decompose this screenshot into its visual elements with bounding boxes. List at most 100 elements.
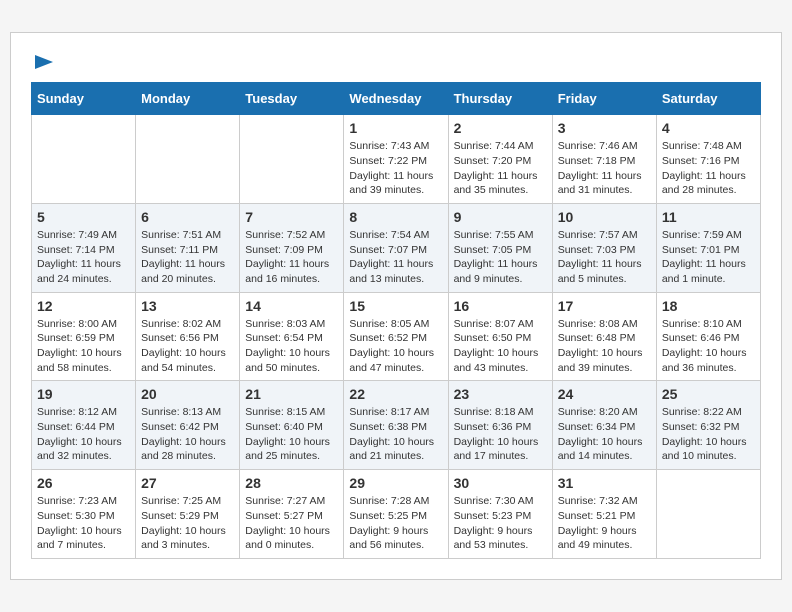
calendar-cell [32, 115, 136, 204]
calendar-cell: 1 Sunrise: 7:43 AM Sunset: 7:22 PM Daylig… [344, 115, 448, 204]
day-number: 18 [662, 298, 755, 314]
calendar-cell: 13 Sunrise: 8:02 AM Sunset: 6:56 PM Dayli… [136, 292, 240, 381]
calendar-cell: 18 Sunrise: 8:10 AM Sunset: 6:46 PM Dayli… [656, 292, 760, 381]
day-number: 27 [141, 475, 234, 491]
day-number: 2 [454, 120, 547, 136]
calendar-cell: 27 Sunrise: 7:25 AM Sunset: 5:29 PM Dayli… [136, 470, 240, 559]
calendar-cell: 16 Sunrise: 8:07 AM Sunset: 6:50 PM Dayli… [448, 292, 552, 381]
calendar-cell: 15 Sunrise: 8:05 AM Sunset: 6:52 PM Dayli… [344, 292, 448, 381]
day-info: Sunrise: 8:12 AM Sunset: 6:44 PM Dayligh… [37, 405, 130, 464]
day-number: 14 [245, 298, 338, 314]
calendar-cell: 14 Sunrise: 8:03 AM Sunset: 6:54 PM Dayli… [240, 292, 344, 381]
day-info: Sunrise: 8:13 AM Sunset: 6:42 PM Dayligh… [141, 405, 234, 464]
calendar-cell: 26Sunrise: 7:23 AM Sunset: 5:30 PM Dayli… [32, 470, 136, 559]
day-number: 16 [454, 298, 547, 314]
day-number: 3 [558, 120, 651, 136]
day-info: Sunrise: 8:03 AM Sunset: 6:54 PM Dayligh… [245, 317, 338, 376]
calendar-cell [136, 115, 240, 204]
day-info: Sunrise: 8:18 AM Sunset: 6:36 PM Dayligh… [454, 405, 547, 464]
day-info: Sunrise: 7:49 AM Sunset: 7:14 PM Dayligh… [37, 228, 130, 287]
day-info: Sunrise: 7:54 AM Sunset: 7:07 PM Dayligh… [349, 228, 442, 287]
day-info: Sunrise: 7:32 AM Sunset: 5:21 PM Dayligh… [558, 494, 651, 553]
weekday-header-thursday: Thursday [448, 83, 552, 115]
day-info: Sunrise: 8:08 AM Sunset: 6:48 PM Dayligh… [558, 317, 651, 376]
calendar-cell [656, 470, 760, 559]
day-info: Sunrise: 7:43 AM Sunset: 7:22 PM Dayligh… [349, 139, 442, 198]
calendar-cell: 17 Sunrise: 8:08 AM Sunset: 6:48 PM Dayli… [552, 292, 656, 381]
weekday-header-monday: Monday [136, 83, 240, 115]
calendar-cell: 21Sunrise: 8:15 AM Sunset: 6:40 PM Dayli… [240, 381, 344, 470]
day-number: 22 [349, 386, 442, 402]
calendar-cell: 24 Sunrise: 8:20 AM Sunset: 6:34 PM Dayli… [552, 381, 656, 470]
calendar-cell: 20 Sunrise: 8:13 AM Sunset: 6:42 PM Dayli… [136, 381, 240, 470]
day-info: Sunrise: 7:46 AM Sunset: 7:18 PM Dayligh… [558, 139, 651, 198]
calendar-cell: 11Sunrise: 7:59 AM Sunset: 7:01 PM Dayli… [656, 203, 760, 292]
day-info: Sunrise: 8:05 AM Sunset: 6:52 PM Dayligh… [349, 317, 442, 376]
calendar-cell: 30Sunrise: 7:30 AM Sunset: 5:23 PM Dayli… [448, 470, 552, 559]
weekday-header-saturday: Saturday [656, 83, 760, 115]
header-section [31, 53, 761, 67]
day-info: Sunrise: 8:00 AM Sunset: 6:59 PM Dayligh… [37, 317, 130, 376]
day-info: Sunrise: 8:07 AM Sunset: 6:50 PM Dayligh… [454, 317, 547, 376]
calendar-table: SundayMondayTuesdayWednesdayThursdayFrid… [31, 82, 761, 559]
day-number: 12 [37, 298, 130, 314]
day-info: Sunrise: 8:10 AM Sunset: 6:46 PM Dayligh… [662, 317, 755, 376]
calendar-cell: 9 Sunrise: 7:55 AM Sunset: 7:05 PM Daylig… [448, 203, 552, 292]
calendar-cell: 6 Sunrise: 7:51 AM Sunset: 7:11 PM Daylig… [136, 203, 240, 292]
calendar-cell: 12 Sunrise: 8:00 AM Sunset: 6:59 PM Dayli… [32, 292, 136, 381]
day-info: Sunrise: 7:25 AM Sunset: 5:29 PM Dayligh… [141, 494, 234, 553]
calendar-week-row: 5 Sunrise: 7:49 AM Sunset: 7:14 PM Daylig… [32, 203, 761, 292]
day-info: Sunrise: 7:23 AM Sunset: 5:30 PM Dayligh… [37, 494, 130, 553]
day-number: 7 [245, 209, 338, 225]
day-number: 31 [558, 475, 651, 491]
logo [31, 53, 55, 67]
calendar-cell: 3 Sunrise: 7:46 AM Sunset: 7:18 PM Daylig… [552, 115, 656, 204]
day-number: 25 [662, 386, 755, 402]
calendar-week-row: 26Sunrise: 7:23 AM Sunset: 5:30 PM Dayli… [32, 470, 761, 559]
day-number: 1 [349, 120, 442, 136]
day-number: 17 [558, 298, 651, 314]
calendar-cell: 19 Sunrise: 8:12 AM Sunset: 6:44 PM Dayli… [32, 381, 136, 470]
calendar-cell: 28Sunrise: 7:27 AM Sunset: 5:27 PM Dayli… [240, 470, 344, 559]
day-info: Sunrise: 7:59 AM Sunset: 7:01 PM Dayligh… [662, 228, 755, 287]
day-number: 28 [245, 475, 338, 491]
day-number: 30 [454, 475, 547, 491]
day-number: 10 [558, 209, 651, 225]
day-number: 9 [454, 209, 547, 225]
logo-flag-icon [33, 53, 55, 71]
day-info: Sunrise: 8:22 AM Sunset: 6:32 PM Dayligh… [662, 405, 755, 464]
day-info: Sunrise: 7:57 AM Sunset: 7:03 PM Dayligh… [558, 228, 651, 287]
day-info: Sunrise: 7:55 AM Sunset: 7:05 PM Dayligh… [454, 228, 547, 287]
day-number: 29 [349, 475, 442, 491]
weekday-header-sunday: Sunday [32, 83, 136, 115]
calendar-cell: 10 Sunrise: 7:57 AM Sunset: 7:03 PM Dayli… [552, 203, 656, 292]
day-number: 20 [141, 386, 234, 402]
calendar-cell: 5 Sunrise: 7:49 AM Sunset: 7:14 PM Daylig… [32, 203, 136, 292]
calendar-cell: 4Sunrise: 7:48 AM Sunset: 7:16 PM Daylig… [656, 115, 760, 204]
day-info: Sunrise: 7:52 AM Sunset: 7:09 PM Dayligh… [245, 228, 338, 287]
day-number: 5 [37, 209, 130, 225]
calendar-week-row: 12 Sunrise: 8:00 AM Sunset: 6:59 PM Dayli… [32, 292, 761, 381]
calendar-week-row: 1 Sunrise: 7:43 AM Sunset: 7:22 PM Daylig… [32, 115, 761, 204]
day-info: Sunrise: 7:51 AM Sunset: 7:11 PM Dayligh… [141, 228, 234, 287]
day-number: 21 [245, 386, 338, 402]
day-info: Sunrise: 7:44 AM Sunset: 7:20 PM Dayligh… [454, 139, 547, 198]
calendar-cell: 8 Sunrise: 7:54 AM Sunset: 7:07 PM Daylig… [344, 203, 448, 292]
weekday-header-wednesday: Wednesday [344, 83, 448, 115]
day-number: 15 [349, 298, 442, 314]
day-number: 8 [349, 209, 442, 225]
calendar-cell: 29 Sunrise: 7:28 AM Sunset: 5:25 PM Dayli… [344, 470, 448, 559]
day-info: Sunrise: 7:28 AM Sunset: 5:25 PM Dayligh… [349, 494, 442, 553]
calendar-week-row: 19 Sunrise: 8:12 AM Sunset: 6:44 PM Dayli… [32, 381, 761, 470]
day-number: 19 [37, 386, 130, 402]
calendar-cell: 23Sunrise: 8:18 AM Sunset: 6:36 PM Dayli… [448, 381, 552, 470]
day-number: 24 [558, 386, 651, 402]
calendar-cell: 2 Sunrise: 7:44 AM Sunset: 7:20 PM Daylig… [448, 115, 552, 204]
day-info: Sunrise: 8:02 AM Sunset: 6:56 PM Dayligh… [141, 317, 234, 376]
day-info: Sunrise: 8:20 AM Sunset: 6:34 PM Dayligh… [558, 405, 651, 464]
day-number: 13 [141, 298, 234, 314]
weekday-header-row: SundayMondayTuesdayWednesdayThursdayFrid… [32, 83, 761, 115]
day-info: Sunrise: 8:17 AM Sunset: 6:38 PM Dayligh… [349, 405, 442, 464]
calendar-cell: 22 Sunrise: 8:17 AM Sunset: 6:38 PM Dayli… [344, 381, 448, 470]
day-number: 6 [141, 209, 234, 225]
